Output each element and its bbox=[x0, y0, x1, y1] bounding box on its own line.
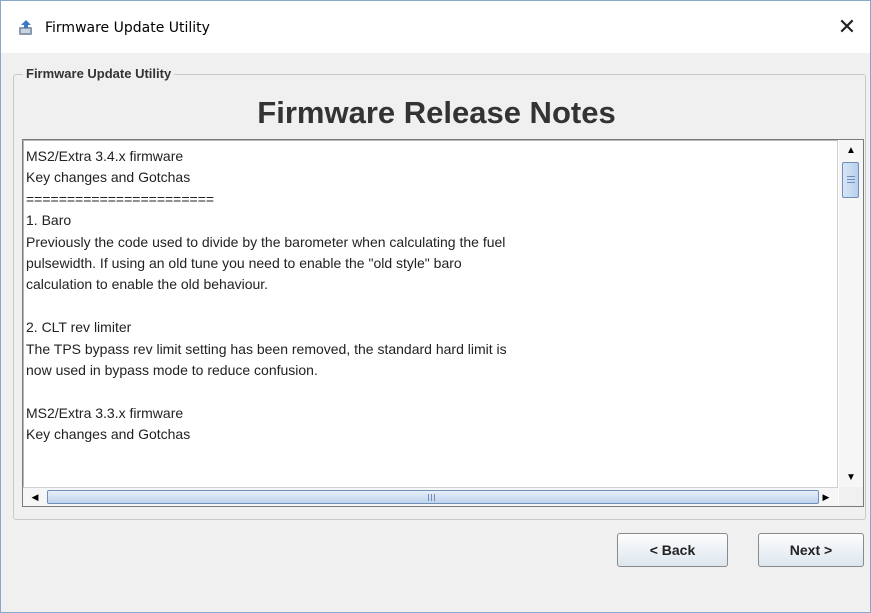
scroll-right-icon[interactable]: ▶ bbox=[816, 488, 836, 506]
next-button[interactable]: Next > bbox=[758, 533, 864, 567]
grip-line bbox=[428, 494, 429, 501]
panel-legend: Firmware Update Utility bbox=[23, 66, 175, 81]
scroll-up-icon[interactable]: ▲ bbox=[841, 140, 861, 160]
back-button[interactable]: < Back bbox=[617, 533, 728, 567]
vertical-scroll-thumb[interactable] bbox=[842, 162, 859, 198]
scroll-down-icon[interactable]: ▼ bbox=[841, 467, 861, 487]
close-button[interactable]: ✕ bbox=[824, 1, 870, 53]
release-notes-text[interactable]: MS2/Extra 3.4.x firmware Key changes and… bbox=[24, 141, 837, 446]
horizontal-scrollbar[interactable]: ◀ ▶ bbox=[23, 487, 838, 506]
grip-line bbox=[847, 176, 855, 177]
release-notes-scrollpane[interactable]: MS2/Extra 3.4.x firmware Key changes and… bbox=[22, 139, 864, 507]
firmware-update-window: Firmware Update Utility ✕ Firmware Updat… bbox=[0, 0, 871, 613]
window-title: Firmware Update Utility bbox=[45, 20, 210, 36]
grip-line bbox=[847, 179, 855, 180]
scroll-left-icon[interactable]: ◀ bbox=[25, 488, 45, 506]
firmware-update-icon bbox=[19, 20, 32, 35]
release-notes-viewport[interactable]: MS2/Extra 3.4.x firmware Key changes and… bbox=[23, 140, 838, 487]
grip-line bbox=[431, 494, 432, 501]
grip-line bbox=[847, 182, 855, 183]
title-bar[interactable]: Firmware Update Utility ✕ bbox=[1, 1, 870, 53]
horizontal-scroll-thumb[interactable] bbox=[47, 490, 819, 504]
page-title: Firmware Release Notes bbox=[257, 95, 616, 130]
grip-line bbox=[434, 494, 435, 501]
vertical-scrollbar[interactable]: ▲ ▼ bbox=[839, 140, 863, 487]
scrollbar-corner bbox=[839, 487, 863, 506]
